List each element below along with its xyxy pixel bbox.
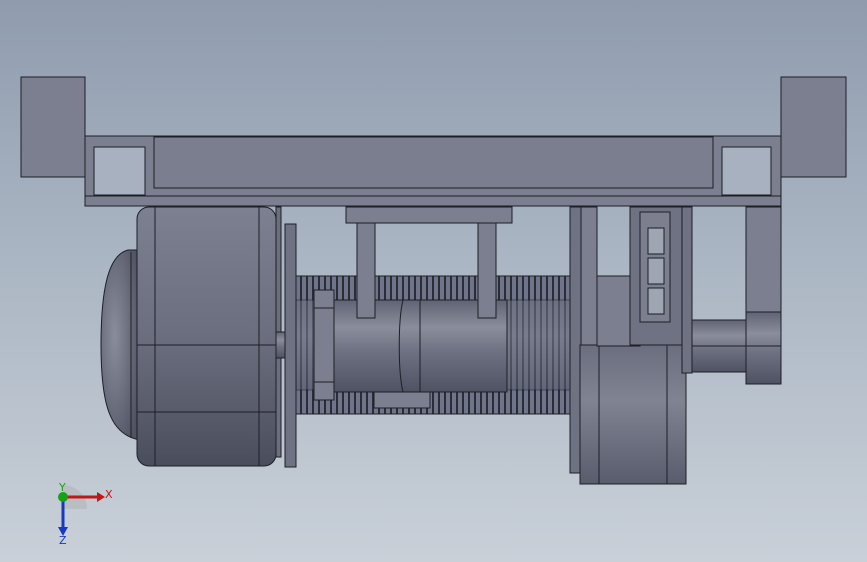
right-post-inner: [580, 206, 598, 348]
motor-dome-cap: [100, 249, 141, 441]
x-arrowhead: [97, 492, 105, 502]
motor-housing-right: [579, 344, 687, 485]
axis-triad: X Y Z: [58, 481, 113, 547]
cad-viewport[interactable]: X Y Z: [0, 0, 867, 562]
right-arm-foot: [745, 311, 782, 385]
frame-window-left: [93, 146, 146, 196]
motor-housing-left: [136, 206, 277, 467]
top-mount-plate: [345, 206, 513, 224]
mount-leg-right: [477, 222, 497, 319]
brake-disc: [284, 223, 297, 468]
mount-block-bottom: [373, 391, 431, 409]
right-post-outer: [569, 206, 582, 474]
assembly-front-view: X Y Z: [20, 76, 847, 547]
mount-leg-left: [356, 222, 376, 319]
drum-flange: [313, 289, 335, 401]
x-axis-label: X: [105, 488, 113, 501]
z-axis-label: Z: [59, 534, 67, 547]
frame-inner-beam: [153, 136, 714, 189]
right-arm: [745, 206, 782, 313]
y-axis-label: Y: [58, 481, 66, 494]
frame-window-right: [721, 146, 772, 196]
